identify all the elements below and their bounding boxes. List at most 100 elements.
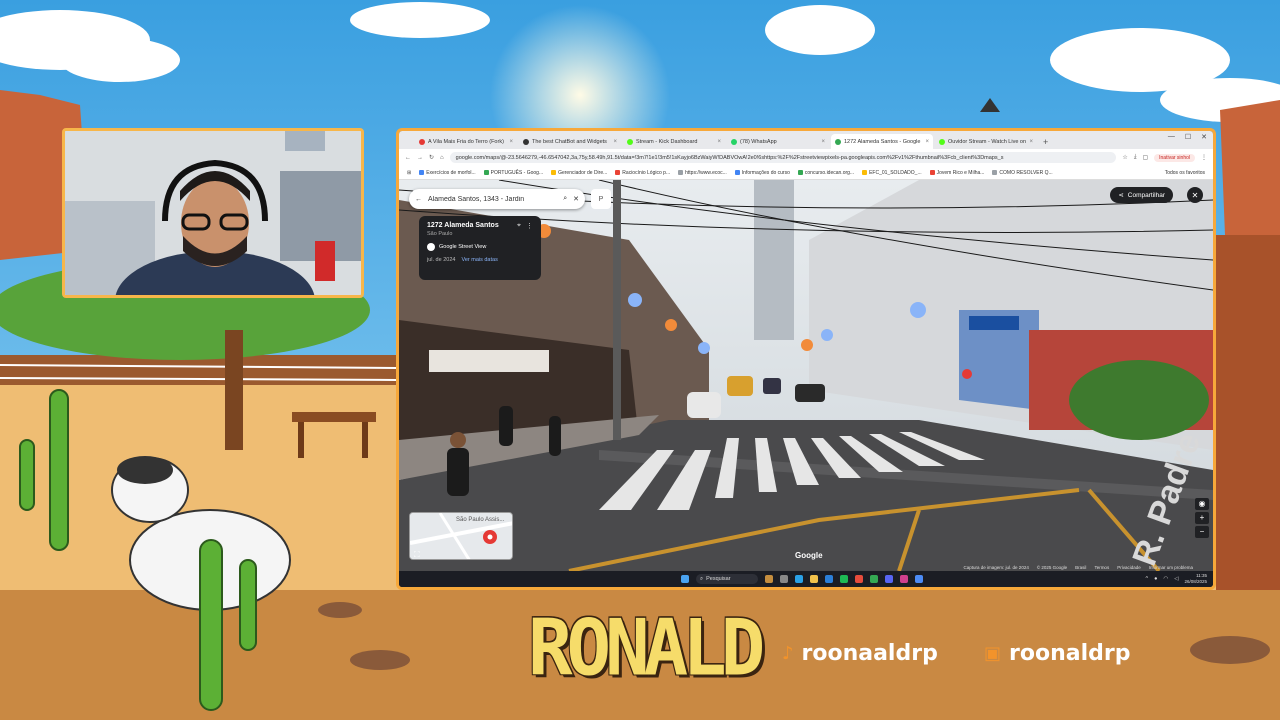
clear-search-icon[interactable]: ✕ — [573, 195, 579, 203]
bookmark-item[interactable]: PORTUGUÊS - Goog... — [483, 169, 544, 176]
tab-close-icon[interactable]: × — [925, 139, 929, 145]
windows-start-icon[interactable] — [681, 575, 689, 583]
maps-footer-item[interactable]: Termos — [1094, 565, 1109, 570]
store-icon[interactable] — [825, 575, 833, 583]
app-icon[interactable] — [855, 575, 863, 583]
tab-favicon-icon — [939, 138, 945, 145]
taskbar-search[interactable]: ⌕ Pesquisar — [696, 574, 758, 584]
reload-icon[interactable]: ↻ — [429, 154, 434, 161]
new-tab-button[interactable]: + — [1043, 135, 1048, 149]
clock[interactable]: 11:35 26/08/2025 — [1184, 573, 1207, 584]
widget-icon[interactable] — [765, 575, 773, 583]
chrome-icon[interactable] — [870, 575, 878, 583]
browser-tab[interactable]: 1272 Alameda Santos - Google × — [831, 134, 933, 149]
task-view-icon[interactable] — [780, 575, 788, 583]
explorer-icon[interactable] — [810, 575, 818, 583]
bookmark-label: PORTUGUÊS - Goog... — [490, 169, 544, 176]
browser-tab[interactable]: The best ChatBot and Widgets × — [519, 134, 621, 149]
back-icon[interactable]: ← — [405, 155, 411, 161]
url-text: google.com/maps/@-23.5646279,-46.6547042… — [455, 154, 1004, 161]
share-button[interactable]: ⋖ Compartilhar — [1110, 187, 1173, 203]
bookmark-favicon-icon — [862, 170, 868, 175]
taskbar-search-label: Pesquisar — [706, 576, 731, 582]
minimize-icon[interactable]: — — [1168, 133, 1175, 141]
bookmark-item[interactable]: Jovem Rico e Milha... — [929, 170, 984, 176]
bookmark-item[interactable]: Raciocínio Lógico p... — [615, 170, 670, 176]
close-window-icon[interactable]: ✕ — [1201, 133, 1207, 141]
more-dates-link[interactable]: Ver mais datas — [461, 257, 497, 263]
volume-icon[interactable]: ◁ — [1174, 576, 1178, 582]
maps-search-input[interactable]: Alameda Santos, 1343 - Jardin — [428, 196, 557, 203]
download-icon[interactable]: ⤓ — [1134, 154, 1137, 161]
menu-icon[interactable]: ⋮ — [1201, 154, 1207, 161]
zoom-controls: ◉ + − — [1195, 498, 1209, 538]
maps-footer-item[interactable]: Brasil — [1075, 565, 1086, 570]
extensions-icon[interactable]: ▢ — [1142, 154, 1148, 161]
home-icon[interactable]: ⌂ — [440, 155, 444, 161]
system-tray: ^ ● ◠ ◁ 11:35 26/08/2025 — [1146, 573, 1208, 584]
bookmark-star-icon[interactable]: ☆ — [1122, 154, 1127, 161]
bookmark-item[interactable]: https://www.ecoc... — [678, 170, 727, 176]
bookmark-label: Informações do curso — [741, 169, 790, 176]
tab-label: (78) WhatsApp — [740, 138, 777, 145]
maps-footer-item[interactable]: Privacidade — [1117, 565, 1141, 570]
close-street-view-button[interactable]: ✕ — [1187, 187, 1203, 203]
browser-tab[interactable]: Stream - Kick Dashboard × — [623, 134, 725, 149]
card-icons: ⌖ ⋮ — [517, 222, 533, 230]
mic-icon[interactable]: ● — [1154, 576, 1157, 582]
browser-tab[interactable]: Ouvidor Stream - Watch Live on × — [935, 134, 1037, 149]
edge-icon[interactable] — [795, 575, 803, 583]
minimap[interactable]: São Paulo Assis... ⛶ — [409, 512, 513, 560]
tab-label: 1272 Alameda Santos - Google — [844, 138, 921, 145]
browser-tab[interactable]: (78) WhatsApp × — [727, 134, 829, 149]
clock-date: 26/08/2025 — [1184, 578, 1207, 584]
settings-icon[interactable] — [915, 575, 923, 583]
bookmark-item[interactable]: Informações do curso — [734, 169, 790, 176]
maps-footer-item[interactable]: Informar um problema — [1149, 565, 1193, 570]
bookmark-item[interactable]: COMO RESOLVER Q... — [992, 170, 1053, 176]
zoom-out-button[interactable]: − — [1195, 526, 1209, 538]
tab-close-icon[interactable]: × — [1029, 139, 1033, 145]
social-twitch: ▣ roonaldrp — [984, 641, 1131, 666]
obs-icon[interactable] — [900, 575, 908, 583]
minimap-label: São Paulo Assis... — [456, 517, 505, 523]
zoom-in-button[interactable]: + — [1195, 512, 1209, 524]
expand-icon[interactable]: ⛶ — [413, 550, 420, 559]
more-options-icon[interactable]: ⋮ — [526, 222, 533, 230]
tab-label: A Vila Mais Fria do Terro (Fork) — [428, 138, 504, 145]
compass-icon[interactable]: ◉ — [1195, 498, 1209, 510]
all-bookmarks[interactable]: Todos os favoritos — [1165, 170, 1205, 176]
street-view[interactable]: R. Padre ← Alameda Santos, 1343 - Jardin… — [399, 180, 1213, 571]
tab-close-icon[interactable]: × — [821, 139, 825, 145]
bookmark-item[interactable]: Gerenciador de Dire... — [551, 170, 607, 176]
maximize-icon[interactable]: ☐ — [1185, 133, 1191, 141]
close-icon: ✕ — [1191, 190, 1199, 200]
spotify-icon[interactable] — [840, 575, 848, 583]
url-field[interactable]: google.com/maps/@-23.5646279,-46.6547042… — [449, 152, 1117, 163]
discord-icon[interactable] — [885, 575, 893, 583]
card-subtitle: São Paulo — [427, 231, 453, 237]
profile-badge[interactable]: Inativar sinhol — [1154, 153, 1195, 162]
bookmark-favicon-icon — [615, 170, 621, 175]
search-icon[interactable]: ⌕ — [563, 195, 567, 203]
maps-search-box[interactable]: ← Alameda Santos, 1343 - Jardin ⌕ ✕ — [409, 189, 585, 209]
apps-icon[interactable]: ⊞ — [407, 170, 411, 176]
tab-close-icon[interactable]: × — [613, 139, 617, 145]
twitch-icon: ▣ — [984, 643, 1002, 664]
bookmark-item[interactable]: concurso.idecan.org... — [797, 170, 854, 176]
browser-tab[interactable]: A Vila Mais Fria do Terro (Fork) × — [415, 134, 517, 149]
tray-chevron-icon[interactable]: ^ — [1146, 576, 1149, 582]
tab-favicon-icon — [627, 138, 633, 145]
back-arrow-icon[interactable]: ← — [415, 196, 422, 203]
wifi-icon[interactable]: ◠ — [1163, 576, 1168, 582]
tab-close-icon[interactable]: × — [717, 139, 721, 145]
webcam-image — [65, 131, 361, 295]
p-button[interactable]: P — [591, 189, 611, 209]
forward-icon[interactable]: → — [417, 155, 423, 161]
bookmark-label: Gerenciador de Dire... — [558, 169, 608, 176]
tab-bar: A Vila Mais Fria do Terro (Fork) × The bes… — [399, 131, 1213, 149]
bookmark-item[interactable]: EFC_01_SOLDADO_... — [862, 170, 922, 176]
tab-close-icon[interactable]: × — [509, 139, 513, 145]
bookmark-item[interactable]: Exercícios de morfol... — [419, 170, 476, 176]
pin-icon[interactable]: ⌖ — [517, 222, 521, 230]
